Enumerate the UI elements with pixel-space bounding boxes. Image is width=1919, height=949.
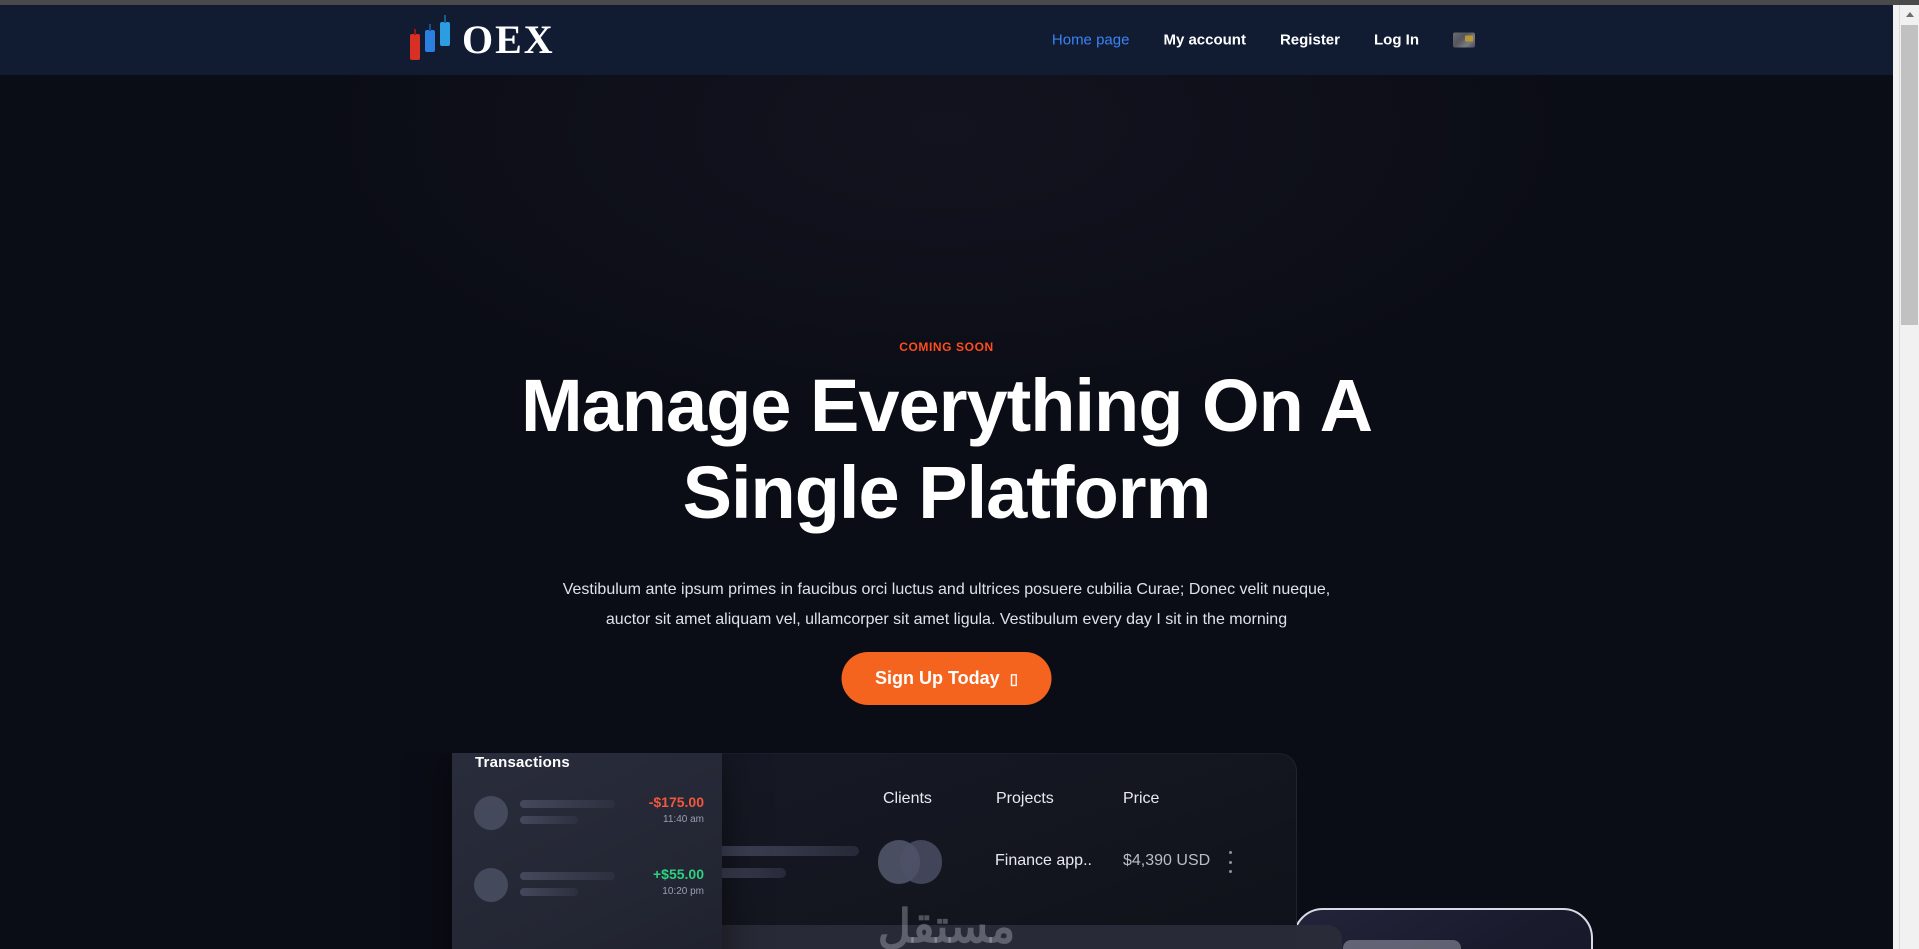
transaction-item: +$55.00 10:20 pm xyxy=(452,864,722,926)
avatar xyxy=(474,796,508,830)
transaction-amount: +$55.00 xyxy=(653,866,704,882)
nav-link-register[interactable]: Register xyxy=(1280,32,1340,49)
column-header-projects: Projects xyxy=(996,790,1054,807)
transactions-card: Transactions -$175.00 11:40 am +$55.00 1… xyxy=(452,753,722,949)
dashboard-card: Details Clients Projects Price Finance a… xyxy=(627,753,1297,949)
row-project-name: Finance app.. xyxy=(995,852,1092,869)
table-row: Finance app.. $4,390 USD xyxy=(628,834,1296,912)
chevron-up-icon[interactable] xyxy=(1900,5,1919,23)
candle-blue-1-icon xyxy=(425,24,435,52)
page-title: Manage Everything On A Single Platform xyxy=(0,363,1893,536)
placeholder-bar xyxy=(711,846,859,856)
avatar xyxy=(474,868,508,902)
candle-blue-2-icon xyxy=(440,15,450,46)
transaction-time: 10:20 pm xyxy=(662,886,704,897)
placeholder-bar xyxy=(520,816,578,824)
placeholder-bar xyxy=(520,888,578,896)
client-avatars xyxy=(878,840,942,884)
hero-subtitle: Vestibulum ante ipsum primes in faucibus… xyxy=(562,581,1331,628)
scrollbar-thumb[interactable] xyxy=(1901,25,1918,325)
nav-link-my-account[interactable]: My account xyxy=(1163,32,1246,49)
transaction-item: -$175.00 11:40 am xyxy=(452,792,722,854)
sign-up-today-button[interactable]: Sign Up Today ▯ xyxy=(841,652,1052,705)
main-navigation: Home page My account Register Log In xyxy=(1052,32,1475,49)
candle-red-icon xyxy=(410,29,420,60)
column-header-price: Price xyxy=(1123,790,1160,807)
site-logo[interactable]: OEX xyxy=(410,15,555,62)
hero-eyebrow: COMING SOON xyxy=(899,340,994,354)
arrow-right-icon: ▯ xyxy=(1009,670,1018,688)
site-header: OEX Home page My account Register Log In xyxy=(0,5,1893,75)
kebab-menu-icon[interactable] xyxy=(1228,851,1232,873)
nav-link-home-page[interactable]: Home page xyxy=(1052,32,1130,49)
dashboard-table-header: Details Clients Projects Price xyxy=(628,790,1296,814)
hero-title-line-1: Manage Everything On A xyxy=(520,364,1373,447)
placeholder-bar xyxy=(711,868,786,878)
page-viewport: OEX Home page My account Register Log In… xyxy=(0,5,1893,949)
row-price-value: $4,390 USD xyxy=(1123,852,1211,869)
logo-text: OEX xyxy=(462,17,555,62)
sign-up-today-label: Sign Up Today xyxy=(875,668,1000,688)
product-mockup: Details Clients Projects Price Finance a… xyxy=(0,753,1893,949)
placeholder-bar xyxy=(520,800,615,808)
nav-link-log-in[interactable]: Log In xyxy=(1374,32,1419,49)
vertical-scrollbar[interactable] xyxy=(1899,5,1919,949)
placeholder-bar xyxy=(520,872,615,880)
column-header-clients: Clients xyxy=(883,790,932,807)
candlestick-chart-icon xyxy=(410,15,452,60)
flag-icon[interactable] xyxy=(1453,32,1475,48)
transaction-amount: -$175.00 xyxy=(648,794,704,810)
transactions-title: Transactions xyxy=(475,754,570,771)
hero-title-line-2: Single Platform xyxy=(682,450,1212,534)
phone-placeholder-bar xyxy=(1343,940,1461,949)
transaction-time: 11:40 am xyxy=(663,814,704,825)
hero-section: COMING SOON Manage Everything On A Singl… xyxy=(0,75,1893,949)
